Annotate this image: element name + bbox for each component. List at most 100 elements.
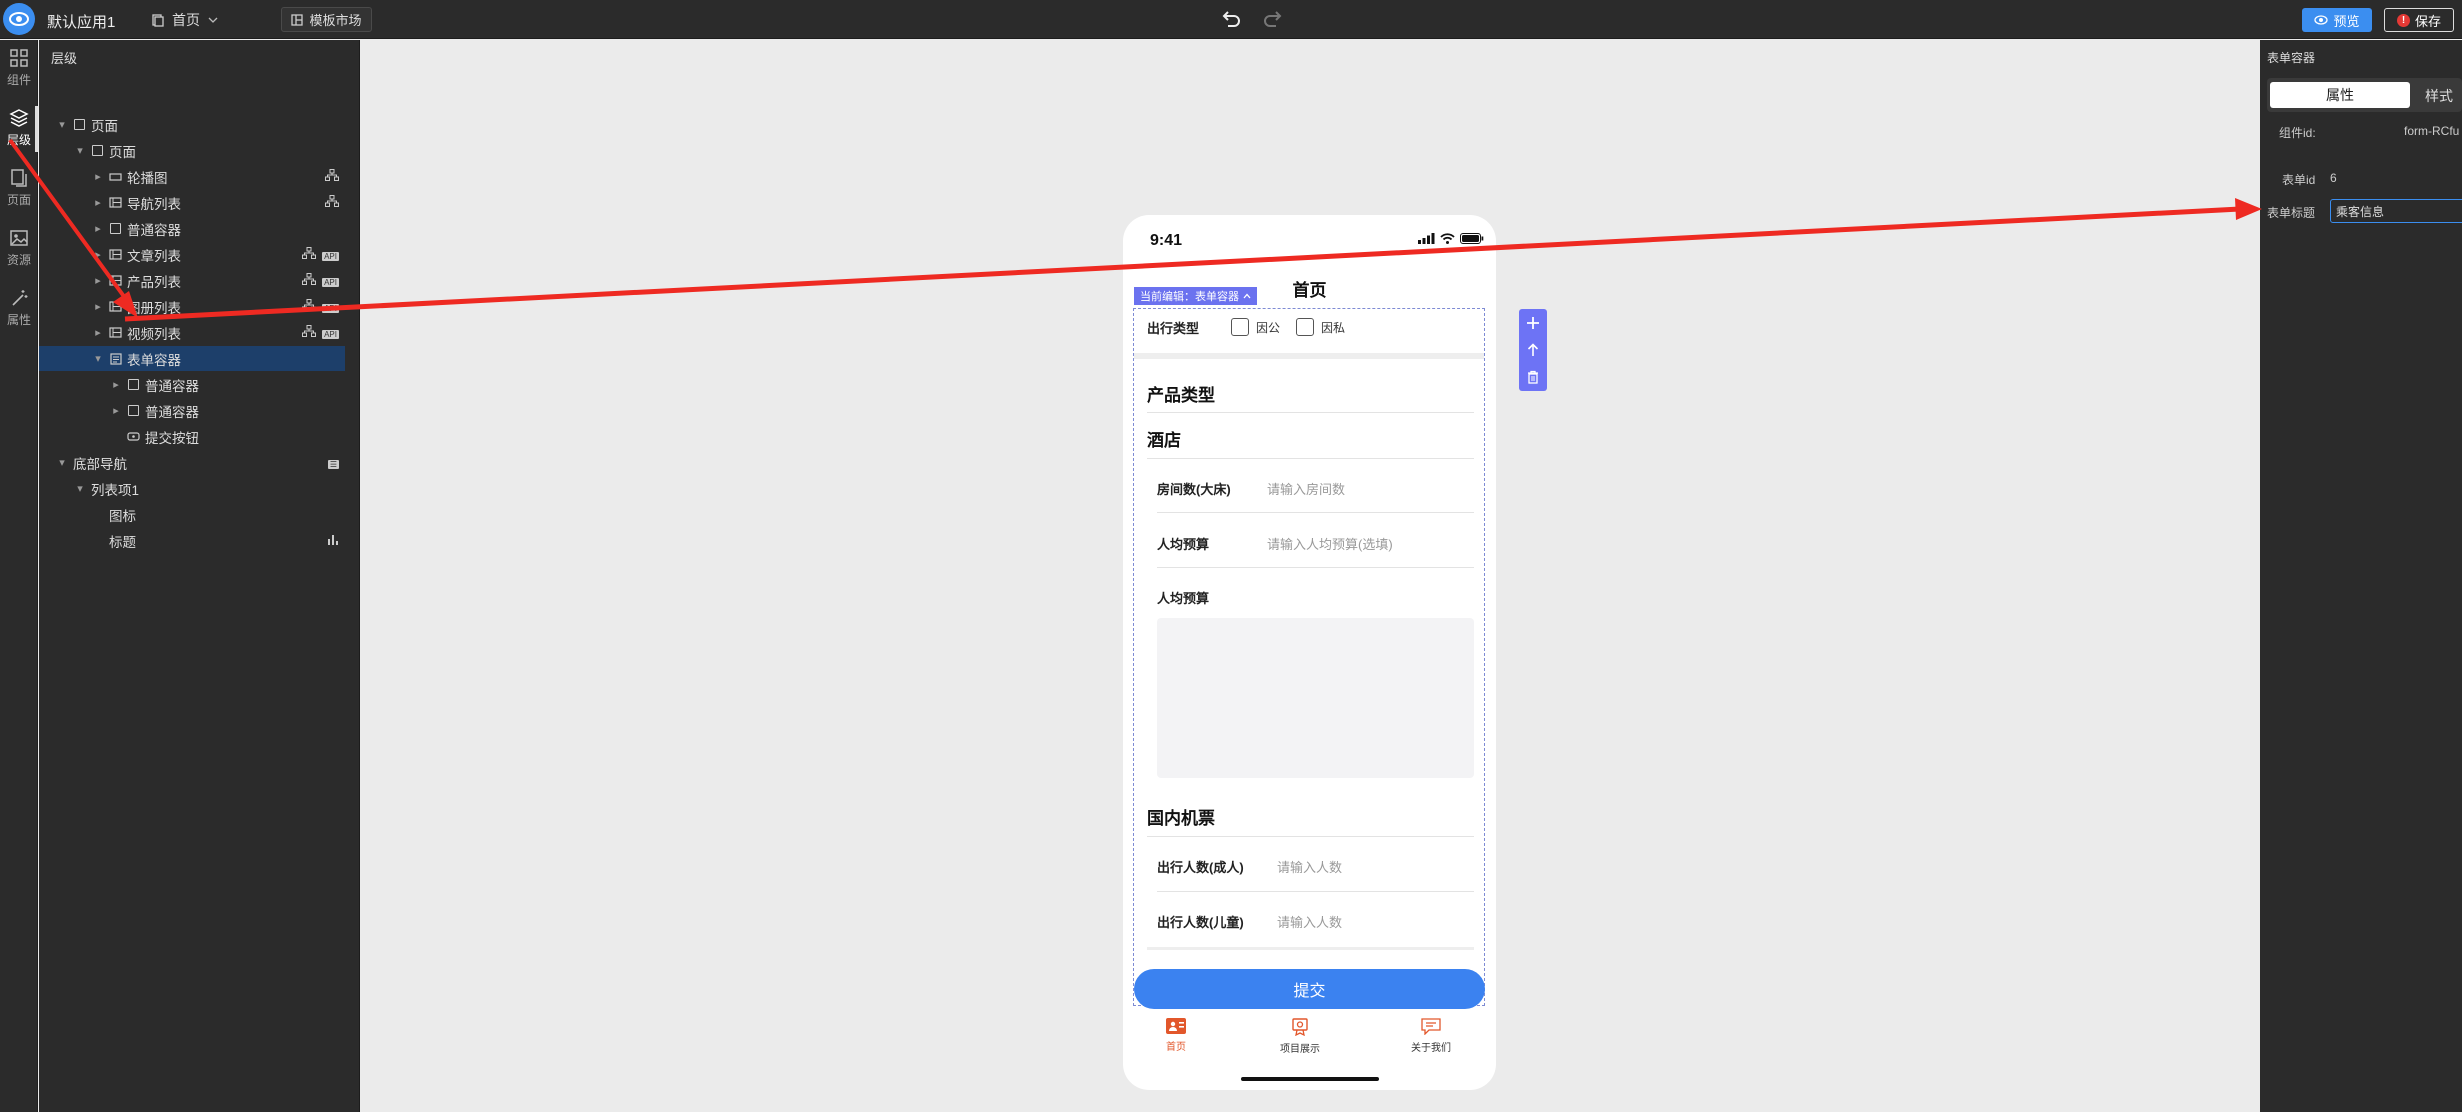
button-icon [127, 431, 140, 443]
form-title-input[interactable] [2330, 199, 2462, 223]
tree-node[interactable]: 普通容器 [39, 372, 345, 397]
form-id-label: 表单id [2282, 173, 2316, 187]
caret-right-icon[interactable] [93, 170, 103, 183]
magic-wand-icon [12, 290, 28, 306]
tree-node[interactable]: 轮播图 [39, 164, 345, 189]
option-private[interactable]: 因私 [1296, 318, 1345, 336]
tab-style[interactable]: 样式 [2425, 86, 2453, 106]
travel-type-label: 出行类型 [1147, 320, 1200, 336]
budget-note-field: 人均预算 [1157, 586, 1209, 608]
tree-node-label: 页面 [109, 144, 136, 160]
checkbox-private[interactable] [1296, 318, 1315, 336]
caret-right-icon[interactable] [93, 222, 103, 235]
tree-node[interactable]: 产品列表 API [39, 268, 345, 293]
kids-input[interactable]: 请输入人数 [1277, 912, 1342, 931]
tree-node-label: 列表项1 [91, 482, 140, 498]
tab-attributes[interactable]: 属性 [2270, 82, 2410, 108]
divider [1147, 412, 1474, 413]
rail-components[interactable]: 组件 [0, 48, 38, 88]
tree-node[interactable]: 提交按钮 [39, 424, 345, 449]
api-icon: API [322, 330, 339, 339]
caret-down-icon[interactable] [93, 352, 103, 365]
budget-textarea[interactable] [1157, 618, 1474, 778]
tree-node-label: 视频列表 [127, 326, 181, 342]
tree-node-label: 产品列表 [127, 274, 181, 290]
redo-icon[interactable] [1262, 8, 1284, 30]
rooms-input[interactable]: 请输入房间数 [1267, 479, 1345, 498]
tree-node[interactable]: 普通容器 [39, 398, 345, 423]
tab-home-label: 首页 [1166, 1042, 1186, 1053]
api-icon: API [322, 304, 339, 313]
tree-node-label: 页面 [91, 118, 118, 134]
tree-node[interactable]: 标题 [39, 528, 345, 553]
save-button[interactable]: ! 保存 [2384, 8, 2454, 32]
api-icon: API [322, 252, 339, 261]
tree-node[interactable]: 底部导航 ☰ [39, 450, 345, 475]
tree-node[interactable]: 文章列表 API [39, 242, 345, 267]
caret-down-icon[interactable] [75, 482, 85, 495]
tree-node[interactable]: 图标 [39, 502, 345, 527]
form-icon [109, 352, 122, 365]
tab-projects[interactable]: 项目展示 [1280, 1018, 1320, 1055]
checkbox-business[interactable] [1231, 318, 1249, 336]
status-time: 9:41 [1150, 232, 1183, 249]
caret-down-icon[interactable] [75, 144, 85, 157]
caret-right-icon[interactable] [93, 300, 103, 313]
tree-node-label: 轮播图 [127, 170, 168, 186]
caret-down-icon[interactable] [57, 456, 67, 469]
current-edit-tag[interactable]: 当前编辑：表单容器 [1134, 287, 1257, 305]
caret-down-icon[interactable] [57, 118, 67, 131]
tree-node[interactable]: 列表项1 [39, 476, 345, 501]
save-label: 保存 [2414, 13, 2441, 29]
submit-button[interactable]: 提交 [1134, 969, 1485, 1009]
layout-icon [291, 13, 304, 26]
tab-projects-label: 项目展示 [1280, 1044, 1320, 1055]
rail-resources[interactable]: 资源 [0, 228, 38, 268]
caret-right-icon[interactable] [93, 248, 103, 261]
list-icon [109, 249, 122, 261]
home-badge-icon [1166, 1018, 1186, 1034]
rail-layers[interactable]: 层级 [0, 106, 38, 152]
tree-node[interactable]: 表单容器 [39, 346, 345, 371]
divider [1134, 353, 1484, 359]
caret-right-icon[interactable] [111, 404, 121, 417]
current-edit-label: 当前编辑：表单容器 [1140, 291, 1239, 303]
hierarchy-icon [302, 247, 317, 262]
box-icon [109, 223, 122, 235]
adults-input[interactable]: 请输入人数 [1277, 857, 1342, 876]
rail-pages-label: 页面 [6, 193, 31, 207]
budget-input[interactable]: 请输入人均预算(选填) [1267, 534, 1393, 553]
rooms-field: 房间数(大床) 请输入房间数 [1157, 477, 1345, 499]
tree-node[interactable]: 普通容器 [39, 216, 345, 241]
tree-node[interactable]: 导航列表 [39, 190, 345, 215]
add-icon[interactable] [1526, 316, 1540, 330]
tree-node[interactable]: 视频列表 API [39, 320, 345, 345]
budget-note-label: 人均预算 [1157, 590, 1210, 606]
caret-right-icon[interactable] [93, 326, 103, 339]
component-tools [1519, 309, 1547, 391]
properties-title: 表单容器 [2267, 51, 2316, 65]
form-id-value: 6 [2330, 171, 2337, 185]
tree-node[interactable]: 图册列表 API [39, 294, 345, 319]
rail-properties[interactable]: 属性 [0, 288, 38, 328]
page-selector[interactable]: 首页 [152, 10, 218, 30]
undo-icon[interactable] [1220, 8, 1242, 30]
option-business-label: 因公 [1256, 320, 1281, 335]
tree-node[interactable]: 页面 [39, 112, 345, 137]
template-market-button[interactable]: 模板市场 [281, 7, 372, 32]
chat-icon [1421, 1018, 1441, 1035]
tree-node-label: 标题 [109, 534, 136, 550]
image-icon [10, 230, 28, 246]
tab-about[interactable]: 关于我们 [1411, 1018, 1451, 1054]
arrow-up-icon[interactable] [1526, 343, 1540, 357]
layer-tree-panel: 层级 页面页面轮播图导航列表普通容器文章列表API产品列表API图册列表API视… [39, 40, 360, 1112]
tab-home[interactable]: 首页 [1166, 1018, 1186, 1053]
delete-icon[interactable] [1527, 370, 1539, 384]
rail-pages[interactable]: 页面 [0, 168, 38, 208]
caret-right-icon[interactable] [93, 196, 103, 209]
tree-node[interactable]: 页面 [39, 138, 345, 163]
preview-button[interactable]: 预览 [2302, 8, 2372, 32]
caret-right-icon[interactable] [93, 274, 103, 287]
option-business[interactable]: 因公 [1231, 318, 1280, 336]
caret-right-icon[interactable] [111, 378, 121, 391]
